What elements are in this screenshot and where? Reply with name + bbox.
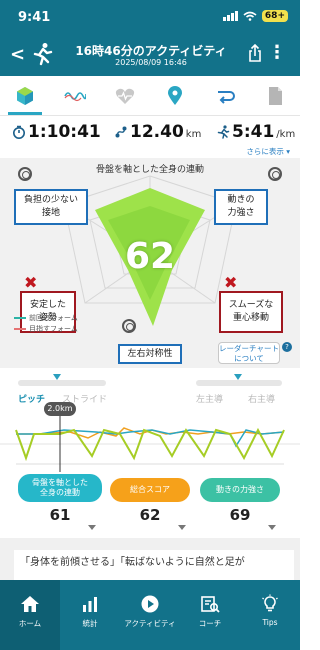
label-smooth-weight-shift: スムーズな 重心移動 bbox=[219, 291, 283, 333]
runner-pace-icon bbox=[217, 125, 230, 139]
metric-distance: 12.40 km bbox=[114, 122, 201, 142]
balance-sliders: ピッチ ストライド 左主導 右主導 bbox=[0, 368, 300, 408]
advice-panel: 「身体を前傾させる」「転ばないように自然と足が bbox=[0, 538, 300, 580]
score-trend-chart bbox=[0, 416, 300, 472]
nav-activity-label: アクティビティ bbox=[124, 619, 176, 628]
nav-home[interactable]: ホーム bbox=[0, 580, 60, 650]
gem-icon bbox=[17, 86, 33, 105]
status-time: 9:41 bbox=[18, 10, 51, 25]
score-value-power: 69 bbox=[229, 506, 251, 524]
coach-icon bbox=[201, 596, 220, 613]
tab-form[interactable] bbox=[0, 76, 50, 115]
distance-value: 12.40 bbox=[130, 122, 184, 142]
distance-marker-label: 2.0km bbox=[44, 402, 76, 416]
right-lead-label: 右主導 bbox=[248, 395, 276, 405]
score-pill-pelvis[interactable]: 骨盤を軸とした 全身の連動 bbox=[18, 474, 102, 502]
left-right-marker bbox=[234, 374, 242, 380]
time-value: 1:10:41 bbox=[28, 122, 101, 142]
status-bar: 9:41 68+ bbox=[0, 0, 300, 36]
overall-score: 62 bbox=[124, 236, 176, 277]
analysis-tabs bbox=[0, 76, 300, 116]
runner-icon bbox=[33, 43, 53, 66]
left-lead-label: 左主導 bbox=[196, 395, 224, 405]
score-value-overall: 62 bbox=[139, 506, 161, 524]
label-low-impact-landing: 負担の少ない 接地 bbox=[14, 189, 88, 225]
back-button[interactable]: < bbox=[10, 44, 25, 65]
chevron-down-icon bbox=[88, 525, 96, 530]
pace-unit: /km bbox=[276, 129, 296, 140]
radar-chart-info-link[interactable]: レーダーチャート について bbox=[218, 342, 280, 364]
label-dynamic-power: 動きの 力強さ bbox=[214, 189, 268, 225]
pitch-label: ピッチ bbox=[18, 395, 46, 405]
share-icon[interactable] bbox=[248, 44, 262, 62]
advice-text: 「身体を前傾させる」「転ばないように自然と足が bbox=[14, 550, 294, 580]
nav-coach-label: コーチ bbox=[198, 619, 222, 628]
nav-tips-label: Tips bbox=[262, 618, 278, 627]
wifi-icon bbox=[243, 11, 257, 21]
heart-icon bbox=[115, 88, 135, 104]
nav-home-label: ホーム bbox=[18, 619, 42, 628]
chevron-down-icon bbox=[268, 525, 276, 530]
activity-date: 2025/08/09 16:46 bbox=[115, 58, 187, 67]
stopwatch-icon bbox=[13, 125, 25, 139]
loop-icon bbox=[218, 90, 235, 104]
metric-pace: 5:41 /km bbox=[216, 122, 295, 142]
tips-icon bbox=[262, 594, 278, 612]
page-title: 16時46分のアクティビティ bbox=[75, 44, 227, 58]
legend-previous: 前回のフォーム bbox=[14, 313, 78, 323]
signal-icon bbox=[222, 11, 238, 21]
summary-metrics: 1:10:41 12.40 km 5:41 /km さらに表示 ▾ bbox=[0, 118, 300, 158]
target-ring-icon bbox=[18, 167, 32, 181]
label-symmetry: 左右対称性 bbox=[118, 344, 182, 364]
tab-loop[interactable] bbox=[200, 76, 250, 115]
battery-badge: 68+ bbox=[261, 10, 288, 22]
nav-coach[interactable]: コーチ bbox=[180, 580, 240, 650]
stats-icon bbox=[83, 597, 97, 612]
tab-map[interactable] bbox=[150, 76, 200, 115]
metric-time: 1:10:41 bbox=[12, 122, 101, 142]
home-icon bbox=[21, 596, 39, 612]
form-radar-panel: 骨盤を軸とした全身の連動 62 負担の少ない 接地 動きの 力強さ ✖ ✖ 安定… bbox=[0, 158, 300, 368]
nav-activity[interactable]: アクティビティ bbox=[120, 580, 180, 650]
show-more-link[interactable]: さらに表示 ▾ bbox=[246, 146, 290, 157]
score-pill-power[interactable]: 動きの力強さ bbox=[200, 478, 280, 502]
nav-stats-label: 統計 bbox=[82, 619, 98, 628]
route-icon bbox=[115, 126, 127, 138]
nav-stats[interactable]: 統計 bbox=[60, 580, 120, 650]
pitch-stride-marker bbox=[53, 374, 61, 380]
bottom-nav: ホーム 統計 アクティビティ コーチ Tips bbox=[0, 580, 300, 650]
document-icon bbox=[269, 86, 282, 105]
tab-wave[interactable] bbox=[50, 76, 100, 115]
chevron-down-icon bbox=[178, 525, 186, 530]
activity-icon bbox=[141, 595, 159, 613]
warning-x-icon: ✖ bbox=[224, 273, 238, 292]
pace-value: 5:41 bbox=[232, 122, 275, 142]
score-pill-overall[interactable]: 総合スコア bbox=[110, 478, 190, 502]
distance-unit: km bbox=[185, 129, 202, 140]
warning-x-icon: ✖ bbox=[24, 273, 38, 292]
tab-heart[interactable] bbox=[100, 76, 150, 115]
target-ring-icon bbox=[122, 319, 136, 333]
help-icon[interactable]: ? bbox=[282, 342, 292, 352]
nav-tips[interactable]: Tips bbox=[240, 580, 300, 650]
app-header: 9:41 68+ < 16時46分のアクティビティ 2025/08/09 16:… bbox=[0, 0, 300, 76]
legend-target: 目指すフォーム bbox=[14, 324, 78, 334]
left-right-slider[interactable] bbox=[196, 380, 282, 386]
tab-document[interactable] bbox=[250, 76, 300, 115]
score-value-pelvis: 61 bbox=[49, 506, 71, 524]
wave-icon bbox=[64, 91, 86, 101]
pitch-stride-slider[interactable] bbox=[18, 380, 106, 386]
map-pin-icon bbox=[168, 85, 182, 105]
more-menu-icon[interactable]: ⋮ bbox=[268, 42, 286, 63]
target-ring-icon bbox=[268, 167, 282, 181]
